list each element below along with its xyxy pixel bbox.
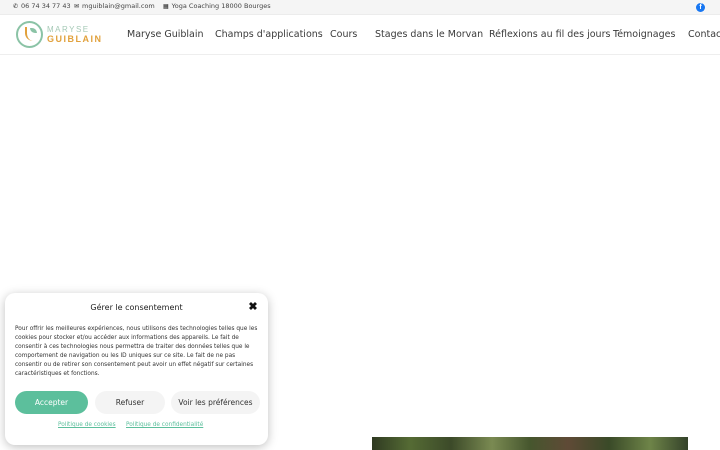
nav-item-contact[interactable]: Contact — [688, 29, 720, 40]
phone-text: 06 74 34 77 43 — [21, 2, 71, 10]
phone-icon: ✆ — [13, 2, 19, 10]
cookie-policy-link[interactable]: Politique de cookies — [58, 422, 116, 428]
nav-item-cours[interactable]: Cours — [330, 29, 357, 40]
location-text: Yoga Coaching 18000 Bourges — [171, 2, 271, 10]
accept-button[interactable]: Accepter — [15, 391, 88, 414]
privacy-policy-link[interactable]: Politique de confidentialité — [126, 422, 203, 428]
top-info-bar: ✆ 06 74 34 77 43 ✉ mguiblain@gmail.com ▦… — [0, 0, 720, 15]
site-header: MARYSE GUIBLAIN Maryse Guiblain Champs d… — [0, 15, 720, 55]
refuse-button[interactable]: Refuser — [95, 391, 165, 414]
close-icon[interactable]: ✖ — [248, 302, 258, 313]
consent-message: Pour offrir les meilleures expériences, … — [15, 326, 258, 377]
consent-title: Gérer le consentement — [90, 303, 183, 312]
envelope-icon: ✉ — [74, 2, 80, 10]
preferences-button[interactable]: Voir les préférences — [171, 391, 260, 414]
facebook-icon[interactable]: f — [696, 3, 705, 12]
nav-item-champs-applications[interactable]: Champs d'applications — [215, 29, 323, 40]
nav-item-maryse-guiblain[interactable]: Maryse Guiblain — [127, 29, 204, 40]
nav-item-reflexions[interactable]: Réflexions au fil des jours — [489, 29, 610, 40]
logo-first-name: MARYSE — [47, 25, 90, 34]
email-text: mguiblain@gmail.com — [82, 2, 155, 10]
cookie-consent-dialog: Gérer le consentement ✖ Pour offrir les … — [5, 293, 268, 445]
map-icon: ▦ — [163, 2, 169, 10]
site-logo[interactable]: MARYSE GUIBLAIN — [16, 21, 106, 49]
logo-mark-icon — [16, 21, 43, 48]
location-info: ▦ Yoga Coaching 18000 Bourges — [163, 2, 271, 10]
logo-last-name: GUIBLAIN — [47, 34, 103, 44]
nav-item-stages[interactable]: Stages dans le Morvan — [375, 29, 483, 40]
phone-info[interactable]: ✆ 06 74 34 77 43 — [13, 2, 71, 10]
email-info[interactable]: ✉ mguiblain@gmail.com — [74, 2, 155, 10]
nav-item-temoignages[interactable]: Témoignages — [613, 29, 675, 40]
garden-photo — [372, 437, 688, 450]
